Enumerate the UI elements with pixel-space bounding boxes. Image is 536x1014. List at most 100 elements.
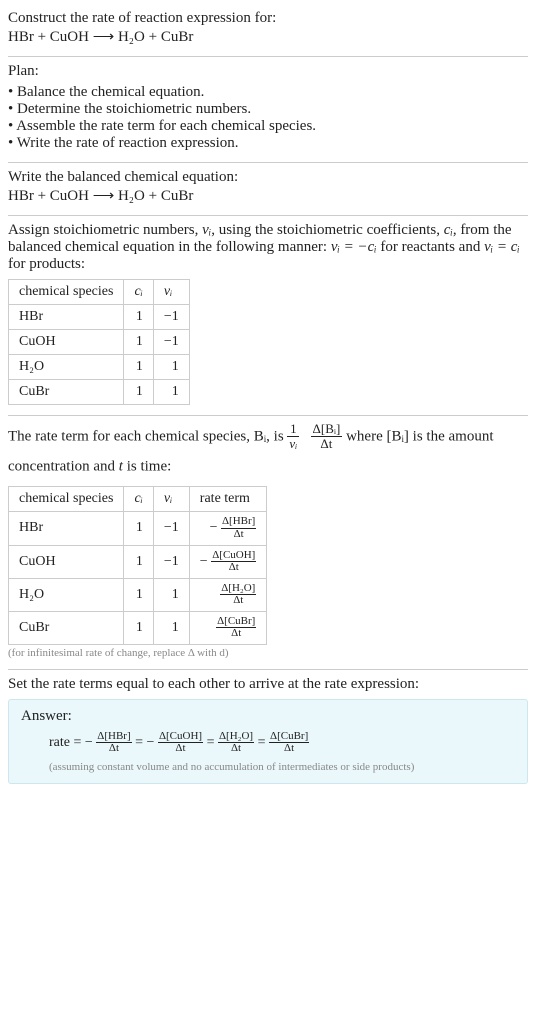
- rateterm-note: (for infinitesimal rate of change, repla…: [8, 647, 528, 659]
- cell-nu: −1: [153, 512, 189, 545]
- balanced-section: Write the balanced chemical equation: HB…: [8, 163, 528, 215]
- frac-top: 1: [287, 422, 299, 437]
- cell-species: CuBr: [9, 611, 124, 644]
- rateterm-table: chemical species cᵢ νᵢ rate term HBr 1 −…: [8, 486, 267, 644]
- rate-frac: Δ[CuOH]Δt: [211, 550, 256, 574]
- cell-ci: 1: [124, 380, 153, 405]
- intro-prompt: Construct the rate of reaction expressio…: [8, 10, 528, 27]
- nu-symbol: νᵢ: [202, 222, 211, 238]
- stoich-table: chemical species cᵢ νᵢ HBr 1 −1 CuOH 1 −…: [8, 279, 190, 405]
- cell-species: CuOH: [9, 330, 124, 355]
- answer-equation: rate = − Δ[HBr]Δt = − Δ[CuOH]Δt = Δ[H₂O]…: [49, 731, 515, 755]
- cell-ci: 1: [124, 330, 153, 355]
- frac-bot: Δt: [158, 743, 203, 755]
- table-row: CuOH 1 −1: [9, 330, 190, 355]
- sign: −: [85, 735, 96, 750]
- balanced-heading: Write the balanced chemical equation:: [8, 169, 528, 186]
- frac-bot: Δt: [311, 437, 343, 451]
- rate-frac: Δ[HBr]Δt: [221, 516, 256, 540]
- cell-species: CuBr: [9, 380, 124, 405]
- cell-rateterm: − Δ[HBr]Δt: [189, 512, 267, 545]
- text: is time:: [123, 458, 171, 474]
- cell-nu: −1: [153, 545, 189, 578]
- sign: −: [200, 554, 211, 569]
- text: The rate term for each chemical species,…: [8, 429, 287, 445]
- assign-text: Assign stoichiometric numbers, νᵢ, using…: [8, 222, 528, 273]
- cell-nu: 1: [153, 380, 189, 405]
- space: [303, 429, 307, 445]
- rateterm-section: The rate term for each chemical species,…: [8, 416, 528, 669]
- col-ci: cᵢ: [124, 487, 153, 512]
- plan-item: Balance the chemical equation.: [8, 84, 528, 101]
- rate-frac: Δ[HBr]Δt: [96, 731, 131, 755]
- cell-species: H₂O: [9, 578, 124, 611]
- plan-heading: Plan:: [8, 63, 528, 80]
- answer-box: Answer: rate = − Δ[HBr]Δt = − Δ[CuOH]Δt …: [8, 699, 528, 784]
- final-section: Set the rate terms equal to each other t…: [8, 670, 528, 794]
- plan-item: Assemble the rate term for each chemical…: [8, 118, 528, 135]
- col-ci: cᵢ: [124, 280, 153, 305]
- table-header-row: chemical species cᵢ νᵢ: [9, 280, 190, 305]
- cell-ci: 1: [124, 611, 153, 644]
- text: Assign stoichiometric numbers,: [8, 222, 202, 238]
- frac-bot: Δt: [96, 743, 131, 755]
- cell-ci: 1: [124, 305, 153, 330]
- table-row: CuBr 1 1 Δ[CuBr]Δt: [9, 611, 267, 644]
- cell-nu: 1: [153, 611, 189, 644]
- frac-bot: Δt: [218, 743, 254, 755]
- col-nu: νᵢ: [153, 280, 189, 305]
- col-rateterm: rate term: [189, 487, 267, 512]
- text: for reactants and: [377, 239, 484, 255]
- rateterm-text: The rate term for each chemical species,…: [8, 422, 528, 480]
- answer-label: Answer:: [21, 708, 515, 725]
- cell-ci: 1: [124, 355, 153, 380]
- sign: −: [210, 520, 221, 535]
- equals: =: [135, 735, 146, 750]
- cell-rateterm: Δ[CuBr]Δt: [189, 611, 267, 644]
- cell-nu: 1: [153, 355, 189, 380]
- text: for products:: [8, 256, 85, 272]
- table-row: H₂O 1 1: [9, 355, 190, 380]
- table-row: CuOH 1 −1 − Δ[CuOH]Δt: [9, 545, 267, 578]
- cell-species: CuOH: [9, 545, 124, 578]
- cell-species: HBr: [9, 512, 124, 545]
- text: , using the stoichiometric coefficients,: [211, 222, 444, 238]
- table-row: HBr 1 −1: [9, 305, 190, 330]
- col-species: chemical species: [9, 280, 124, 305]
- rate-frac: Δ[CuOH]Δt: [158, 731, 203, 755]
- cell-ci: 1: [124, 512, 153, 545]
- equals: =: [258, 735, 269, 750]
- rate-frac: Δ[H₂O]Δt: [220, 583, 256, 607]
- plan-item: Determine the stoichiometric numbers.: [8, 101, 528, 118]
- plan-item: Write the rate of reaction expression.: [8, 135, 528, 152]
- equals: =: [207, 735, 218, 750]
- frac-bot: Δt: [211, 562, 256, 574]
- balanced-equation: HBr + CuOH ⟶ H₂O + CuBr: [8, 186, 528, 205]
- cell-species: HBr: [9, 305, 124, 330]
- cell-species: H₂O: [9, 355, 124, 380]
- plan-list: Balance the chemical equation. Determine…: [8, 84, 528, 152]
- ci-symbol: cᵢ: [444, 222, 453, 238]
- frac-bot: Δt: [216, 628, 256, 640]
- intro-section: Construct the rate of reaction expressio…: [8, 4, 528, 56]
- delta-b-over-delta-t: Δ[Bᵢ] Δt: [311, 422, 343, 452]
- cell-nu: −1: [153, 305, 189, 330]
- one-over-nu: 1 νᵢ: [287, 422, 299, 452]
- sign: −: [147, 735, 158, 750]
- rate-lhs: rate =: [49, 735, 85, 750]
- cell-rateterm: Δ[H₂O]Δt: [189, 578, 267, 611]
- frac-bot: Δt: [269, 743, 309, 755]
- table-row: HBr 1 −1 − Δ[HBr]Δt: [9, 512, 267, 545]
- rate-frac: Δ[H₂O]Δt: [218, 731, 254, 755]
- table-row: CuBr 1 1: [9, 380, 190, 405]
- rate-frac: Δ[CuBr]Δt: [269, 731, 309, 755]
- assign-section: Assign stoichiometric numbers, νᵢ, using…: [8, 216, 528, 415]
- frac-bot: Δt: [221, 529, 256, 541]
- answer-note: (assuming constant volume and no accumul…: [49, 761, 515, 773]
- cell-ci: 1: [124, 545, 153, 578]
- col-nu: νᵢ: [153, 487, 189, 512]
- relation-reactants: νᵢ = −cᵢ: [331, 239, 377, 255]
- table-row: H₂O 1 1 Δ[H₂O]Δt: [9, 578, 267, 611]
- relation-products: νᵢ = cᵢ: [484, 239, 520, 255]
- frac-bot: νᵢ: [287, 437, 299, 451]
